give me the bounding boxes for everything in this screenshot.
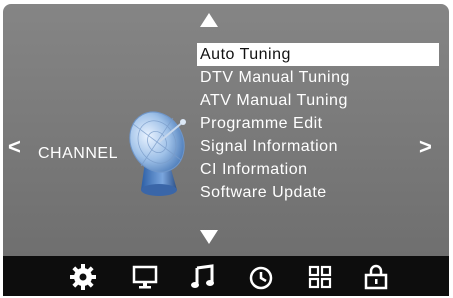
tv-osd-screen: < CHANNEL Auto Tuning DTV Manual Tuning … bbox=[0, 0, 453, 298]
toolbar-icons bbox=[3, 256, 449, 296]
clock-icon[interactable] bbox=[246, 262, 276, 292]
scroll-down-arrow-icon[interactable] bbox=[200, 230, 218, 244]
menu-item-dtv-manual-tuning[interactable]: DTV Manual Tuning bbox=[197, 66, 439, 89]
menu-item-atv-manual-tuning[interactable]: ATV Manual Tuning bbox=[197, 89, 439, 112]
monitor-icon[interactable] bbox=[130, 262, 160, 292]
lock-icon[interactable] bbox=[361, 262, 391, 292]
grid-icon[interactable] bbox=[305, 262, 335, 292]
menu-item-software-update[interactable]: Software Update bbox=[197, 181, 439, 204]
category-label: CHANNEL bbox=[38, 145, 118, 162]
satellite-dish-icon bbox=[129, 111, 186, 196]
menu-item-signal-information[interactable]: Signal Information bbox=[197, 135, 439, 158]
menu-item-auto-tuning[interactable]: Auto Tuning bbox=[197, 43, 439, 66]
music-note-icon[interactable] bbox=[188, 262, 218, 292]
gear-icon[interactable] bbox=[68, 262, 98, 292]
nav-left-arrow-icon[interactable]: < bbox=[8, 136, 21, 158]
menu-item-ci-information[interactable]: CI Information bbox=[197, 158, 439, 181]
channel-menu-list: Auto Tuning DTV Manual Tuning ATV Manual… bbox=[197, 43, 439, 204]
scroll-up-arrow-icon[interactable] bbox=[200, 13, 218, 27]
nav-right-arrow-icon[interactable]: > bbox=[419, 136, 432, 158]
menu-item-programme-edit[interactable]: Programme Edit bbox=[197, 112, 439, 135]
